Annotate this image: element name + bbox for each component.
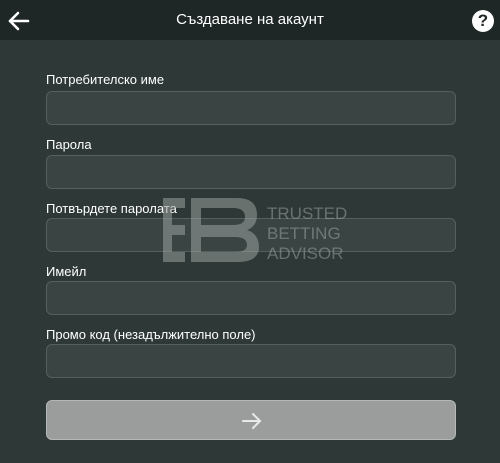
help-button[interactable]: ? bbox=[472, 10, 494, 32]
password-input[interactable] bbox=[46, 155, 456, 189]
question-mark-icon: ? bbox=[477, 11, 489, 30]
promo-code-input[interactable] bbox=[46, 344, 456, 378]
page-title: Създаване на акаунт bbox=[176, 11, 324, 28]
email-input[interactable] bbox=[46, 281, 456, 315]
confirm-password-input[interactable] bbox=[46, 218, 456, 252]
submit-button[interactable] bbox=[46, 400, 456, 440]
email-label: Имейл bbox=[46, 264, 87, 279]
username-label: Потребителско име bbox=[46, 72, 165, 87]
arrow-right-icon bbox=[242, 413, 261, 429]
promo-code-label: Промо код (незадължително поле) bbox=[46, 327, 256, 342]
confirm-password-label: Потвърдете паролата bbox=[46, 201, 177, 216]
password-label: Парола bbox=[46, 137, 92, 152]
top-bar: Създаване на акаунт ? bbox=[0, 0, 500, 40]
username-input[interactable] bbox=[46, 91, 456, 125]
